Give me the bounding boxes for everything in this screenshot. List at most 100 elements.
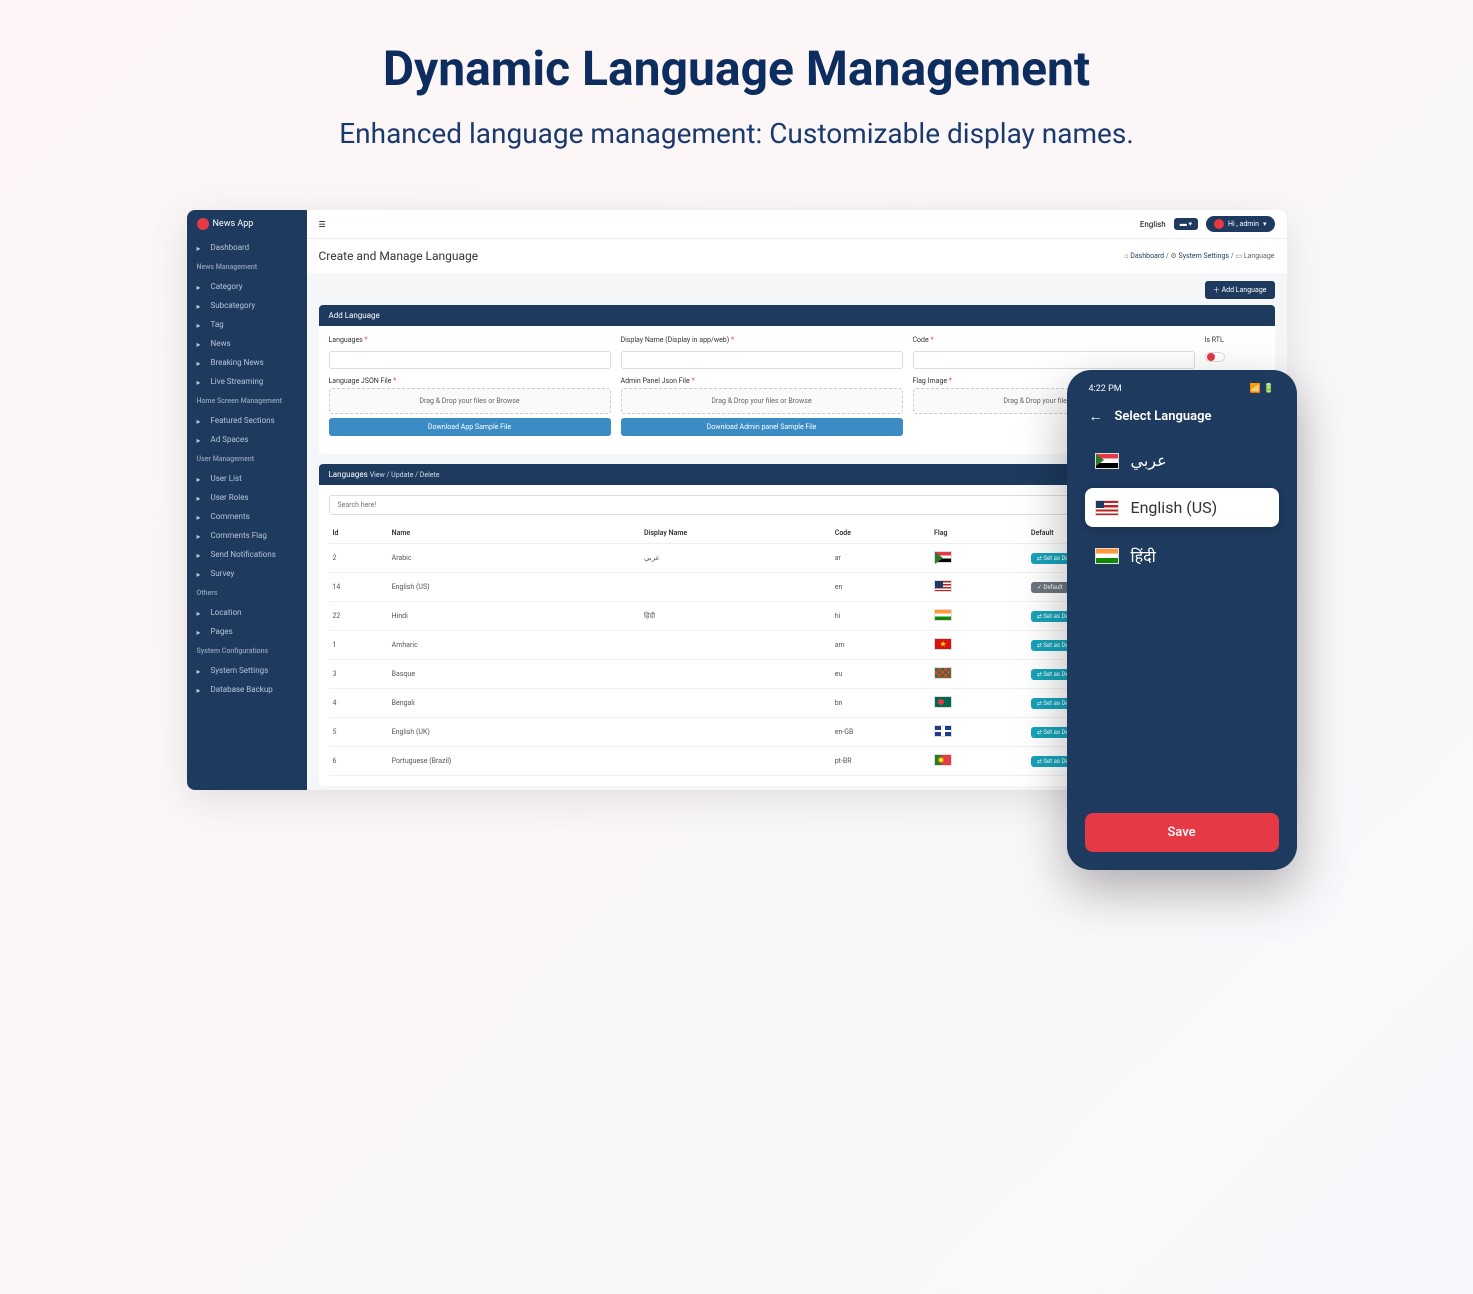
user-icon: ▸ xyxy=(197,475,205,483)
sidebar-item[interactable]: ▸ Comments Flag xyxy=(187,526,307,545)
page-title: Create and Manage Language xyxy=(319,249,479,263)
gear-icon: ⚙ xyxy=(1171,252,1177,260)
flag-icon xyxy=(934,696,952,708)
lang-switcher[interactable]: ▬ ▾ xyxy=(1174,218,1198,230)
topbar: ☰ English ▬ ▾ Hi , admin ▾ xyxy=(307,210,1287,239)
breaking-icon: ▸ xyxy=(197,359,205,367)
flag-icon: ▸ xyxy=(197,532,205,540)
sidebar-item-label: Send Notifications xyxy=(211,550,276,559)
download-app-sample-button[interactable]: Download App Sample File xyxy=(329,418,611,436)
sidebar-item[interactable]: ▸News xyxy=(187,334,307,353)
th-id[interactable]: Id xyxy=(329,523,388,544)
sidebar-item-label: Pages xyxy=(211,627,233,636)
user-menu[interactable]: Hi , admin ▾ xyxy=(1206,216,1275,232)
back-icon[interactable]: ← xyxy=(1089,408,1103,425)
live-icon: ▸ xyxy=(197,378,205,386)
phone-header: ← Select Language xyxy=(1075,400,1289,433)
avatar-icon xyxy=(1214,219,1224,229)
sidebar-item-label: Database Backup xyxy=(211,685,273,694)
hero-subtitle: Enhanced language management: Customizab… xyxy=(20,117,1453,150)
admin-json-label: Admin Panel Json File * xyxy=(621,377,903,385)
sidebar-item[interactable]: ▸Ad Spaces xyxy=(187,430,307,449)
featured-icon: ▸ xyxy=(197,417,205,425)
th-code[interactable]: Code xyxy=(831,523,930,544)
save-button[interactable]: Save xyxy=(1085,813,1279,852)
flag-icon xyxy=(934,725,952,737)
flag-icon xyxy=(934,551,952,563)
search-input[interactable] xyxy=(329,495,1193,515)
sidebar-item[interactable]: ▸ Category xyxy=(187,277,307,296)
subcategory-icon: ▸ xyxy=(197,302,205,310)
phone-language-list: عربي English (US) हिंदी xyxy=(1075,433,1289,803)
code-label: Code * xyxy=(913,336,1195,344)
sidebar-brand[interactable]: News App xyxy=(187,210,307,238)
sidebar-item-label: System Settings xyxy=(211,666,269,675)
phone-item-label: عربي xyxy=(1131,451,1167,470)
sidebar-item[interactable]: ▸Dashboard xyxy=(187,238,307,257)
sidebar-item[interactable]: ▸ Subcategory xyxy=(187,296,307,315)
news-icon: ▸ xyxy=(197,340,205,348)
sidebar-item[interactable]: ▸Database Backup xyxy=(187,680,307,699)
th-name[interactable]: Name xyxy=(388,523,640,544)
notify-icon: ▸ xyxy=(197,551,205,559)
flag-icon xyxy=(1095,500,1119,516)
page-header: Create and Manage Language ⌂ Dashboard /… xyxy=(307,239,1287,273)
sidebar-item[interactable]: ▸ Live Streaming xyxy=(187,372,307,391)
add-language-button[interactable]: ＋ Add Language xyxy=(1205,281,1275,299)
rtl-toggle[interactable] xyxy=(1205,352,1225,362)
logo-icon xyxy=(197,218,209,230)
sidebar-item[interactable]: ▸Location xyxy=(187,603,307,622)
sidebar-header: System Configurations xyxy=(187,641,307,661)
sidebar-item-label: Survey xyxy=(211,569,235,578)
card-header: Add Language xyxy=(319,305,1275,326)
json-dropzone[interactable]: Drag & Drop your files or Browse xyxy=(329,388,611,414)
sidebar-item[interactable]: ▸Comments xyxy=(187,507,307,526)
flag-icon xyxy=(934,638,952,650)
sidebar-item-label: Dashboard xyxy=(211,243,250,252)
phone-language-item[interactable]: हिंदी xyxy=(1085,535,1279,577)
sidebar-item[interactable]: ▸Tag xyxy=(187,315,307,334)
category-icon: ▸ xyxy=(197,283,205,291)
user-greeting: Hi , admin xyxy=(1228,220,1259,228)
sidebar-item[interactable]: ▸Survey xyxy=(187,564,307,583)
download-admin-sample-button[interactable]: Download Admin panel Sample File xyxy=(621,418,903,436)
code-input[interactable] xyxy=(913,351,1195,369)
phone-status-icons: 📶 🔋 xyxy=(1250,384,1275,394)
flag-icon xyxy=(934,667,952,679)
display-name-input[interactable] xyxy=(621,351,903,369)
phone-language-item[interactable]: عربي xyxy=(1085,441,1279,480)
phone-language-item[interactable]: English (US) xyxy=(1085,488,1279,527)
sidebar-item[interactable]: ▸ Pages xyxy=(187,622,307,641)
sidebar-item[interactable]: ▸System Settings xyxy=(187,661,307,680)
languages-label: Languages * xyxy=(329,336,611,344)
roles-icon: ▸ xyxy=(197,494,205,502)
sidebar-item[interactable]: ▸User List xyxy=(187,469,307,488)
phone-item-label: English (US) xyxy=(1131,498,1218,517)
sidebar-item-label: Comments Flag xyxy=(211,531,267,540)
th-display[interactable]: Display Name xyxy=(640,523,831,544)
sidebar-item-label: Ad Spaces xyxy=(211,435,249,444)
sidebar-item[interactable]: ▸ Send Notifications xyxy=(187,545,307,564)
hero-title: Dynamic Language Management xyxy=(20,40,1453,97)
sidebar-item-label: Breaking News xyxy=(211,358,264,367)
th-flag[interactable]: Flag xyxy=(930,523,1027,544)
admin-json-dropzone[interactable]: Drag & Drop your files or Browse xyxy=(621,388,903,414)
lang-icon: ▭ xyxy=(1235,252,1242,260)
sidebar-item[interactable]: ▸Featured Sections xyxy=(187,411,307,430)
sidebar-item[interactable]: ▸ Breaking News xyxy=(187,353,307,372)
sidebar-item-label: Subcategory xyxy=(211,301,256,310)
phone-item-label: हिंदी xyxy=(1131,545,1156,567)
flag-icon xyxy=(1095,453,1119,469)
breadcrumb-dashboard[interactable]: Dashboard xyxy=(1130,252,1164,260)
pages-icon: ▸ xyxy=(197,628,205,636)
sidebar-item[interactable]: ▸ User Roles xyxy=(187,488,307,507)
breadcrumb-settings[interactable]: System Settings xyxy=(1179,252,1230,260)
sidebar-item-label: Category xyxy=(211,282,243,291)
sidebar-header: News Management xyxy=(187,257,307,277)
sidebar-item-label: User Roles xyxy=(211,493,249,502)
languages-input[interactable] xyxy=(329,351,611,369)
sidebar-item-label: Live Streaming xyxy=(211,377,264,386)
flag-icon xyxy=(934,609,952,621)
hamburger-icon[interactable]: ☰ xyxy=(319,220,326,229)
breadcrumb-current: Language xyxy=(1244,252,1275,260)
